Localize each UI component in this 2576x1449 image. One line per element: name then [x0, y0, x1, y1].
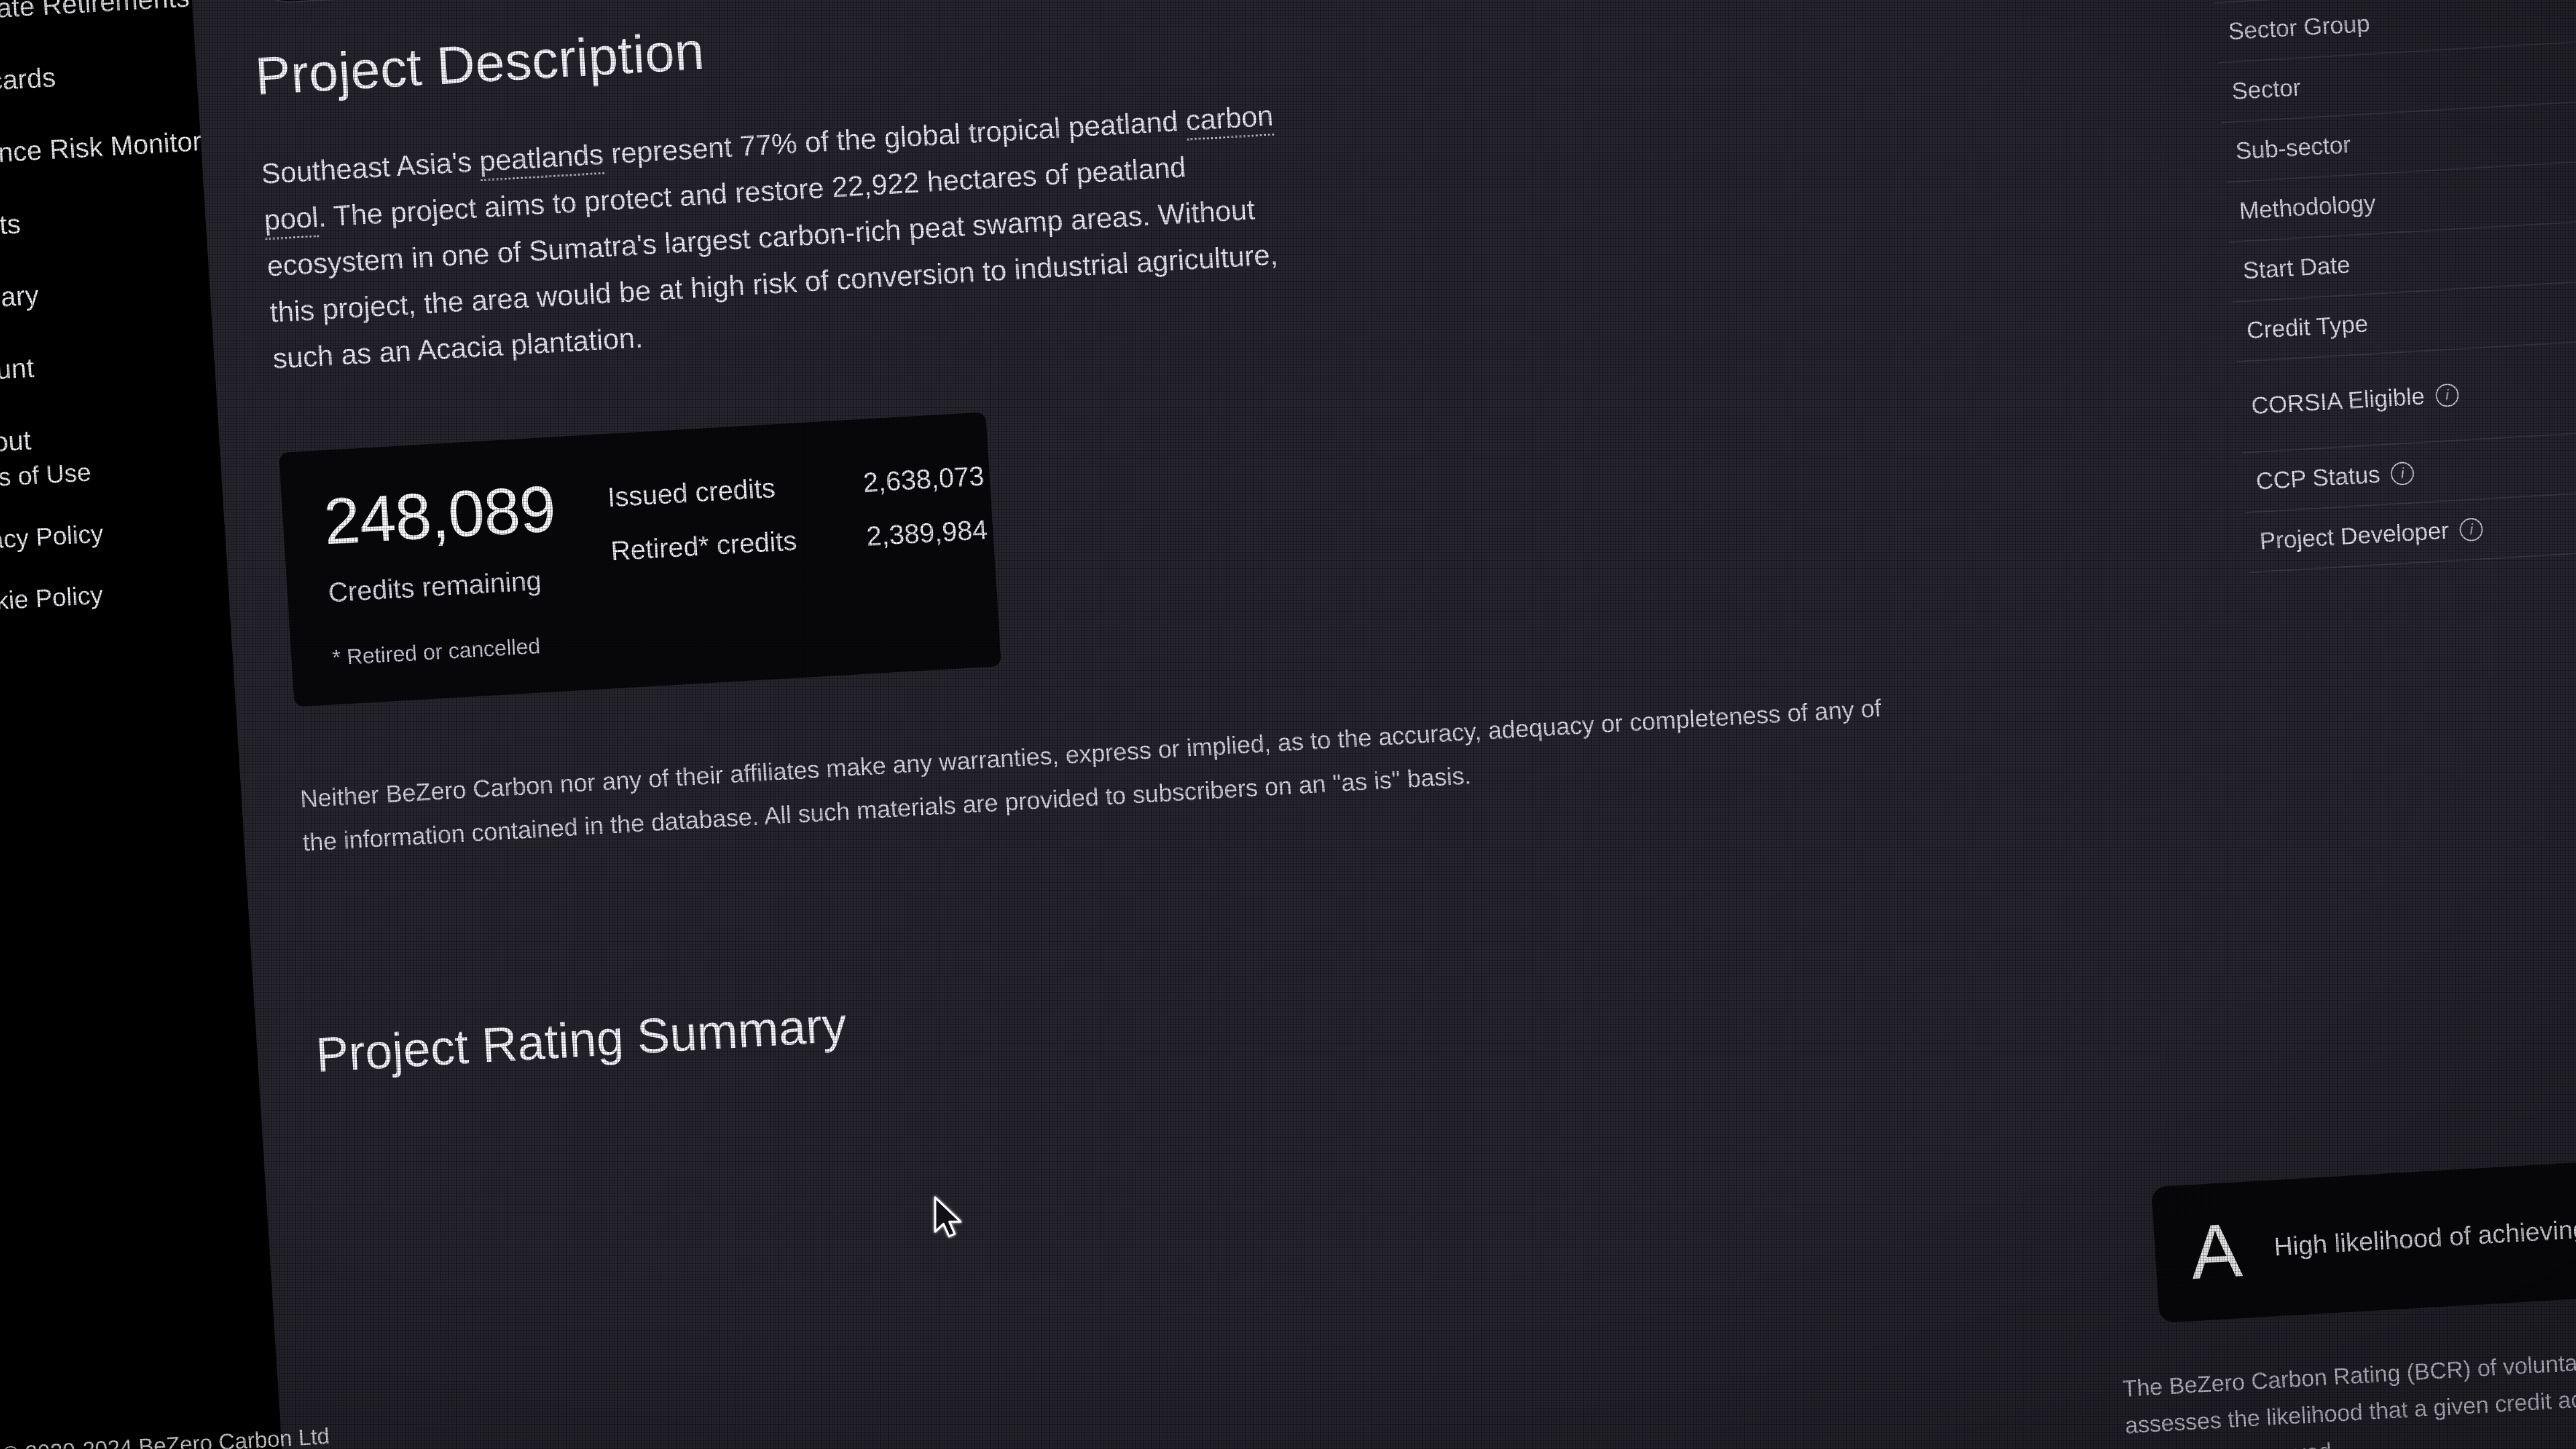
- issued-credits-value: 2,638,073: [862, 461, 985, 498]
- rail-label-corsia-eligible: CORSIA Eligible: [2250, 382, 2426, 420]
- app-window: Corporate Retirements Scorecards Insuran…: [0, 0, 2576, 1449]
- photographed-screen: Corporate Retirements Scorecards Insuran…: [0, 0, 2576, 1449]
- info-icon-project-developer[interactable]: i: [2459, 517, 2484, 542]
- rail-label-methodology: Methodology: [2238, 190, 2377, 225]
- sidebar-item-insurance-risk-monitor[interactable]: Insurance Risk Monitor: [0, 125, 209, 174]
- project-details-rail: Accreditor Registry ID Location Sector G…: [2203, 0, 2576, 574]
- credits-remaining-value: 248,089: [321, 472, 557, 559]
- sidebar-item-privacy-policy[interactable]: Privacy Policy: [0, 511, 232, 558]
- sidebar-item-account[interactable]: Account: [0, 341, 222, 390]
- rail-label-start-date: Start Date: [2242, 251, 2351, 284]
- credits-remaining-block: 248,089 Credits remaining: [321, 472, 561, 608]
- credits-breakdown: Issued credits 2,638,073 Retired* credit…: [606, 452, 989, 591]
- glossary-term-peatlands[interactable]: peatlands: [478, 138, 605, 182]
- rating-description: High likelihood of achieving 1 tonne of …: [2273, 1204, 2576, 1263]
- bcr-explainer-text: The BeZero Carbon Rating (BCR) of volunt…: [2122, 1340, 2576, 1449]
- credits-remaining-label: Credits remaining: [327, 566, 543, 608]
- bezero-rating-card: A High likelihood of achieving 1 tonne o…: [2151, 1148, 2576, 1324]
- info-icon-corsia[interactable]: i: [2434, 382, 2460, 408]
- credits-summary-card: 248,089 Credits remaining Issued credits…: [278, 412, 1002, 707]
- rail-label-project-developer: Project Developer: [2259, 517, 2450, 555]
- sidebar-footer: © 2020-2024 BeZero Carbon Ltd Light them…: [1, 1423, 331, 1449]
- sidebar-item-terms-of-use[interactable]: Terms of Use: [0, 450, 229, 497]
- rail-label-ccp-status: CCP Status: [2255, 461, 2381, 495]
- rail-label-sector-group: Sector Group: [2227, 10, 2371, 46]
- legal-disclaimer: Neither BeZero Carbon nor any of their a…: [299, 694, 1882, 857]
- rail-label-sub-sector: Sub-sector: [2235, 131, 2352, 165]
- sidebar-item-corporate-retirements[interactable]: Corporate Retirements: [0, 0, 199, 30]
- page-title: Project Description: [253, 20, 706, 107]
- retired-credits-label: Retired* credits: [610, 526, 798, 567]
- sidebar-item-cookie-policy[interactable]: Cookie Policy: [0, 573, 236, 620]
- copyright-text: © 2020-2024 BeZero Carbon Ltd: [1, 1423, 331, 1449]
- sidebar-item-glossary[interactable]: Glossary: [0, 269, 217, 318]
- desc-part-1: Southeast Asia's: [260, 145, 481, 190]
- main-panel: Project Description Southeast Asia's pea…: [182, 0, 2576, 1449]
- rail-label-credit-type: Credit Type: [2245, 310, 2369, 344]
- desc-part-3: . The project aims to protect and restor…: [266, 150, 1279, 375]
- project-description-section: Project Description Southeast Asia's pea…: [254, 0, 2410, 1083]
- rating-letter: A: [2188, 1207, 2245, 1295]
- project-rating-summary-heading: Project Rating Summary: [314, 998, 849, 1083]
- rail-label-sector: Sector: [2231, 74, 2302, 105]
- credits-footnote: * Retired or cancelled: [331, 633, 541, 670]
- info-icon-ccp-status[interactable]: i: [2390, 461, 2415, 486]
- retired-credits-row: Retired* credits 2,389,984: [610, 515, 988, 568]
- sidebar-item-insights[interactable]: Insights: [0, 197, 213, 246]
- project-description-text: Southeast Asia's peatlands represent 77%…: [260, 91, 1307, 382]
- issued-credits-label: Issued credits: [606, 473, 777, 513]
- sidebar-legal-nav: Legal Terms of Use Privacy Policy Cookie…: [0, 388, 238, 651]
- issued-credits-row: Issued credits 2,638,073: [606, 462, 985, 514]
- sidebar-item-scorecards[interactable]: Scorecards: [0, 53, 204, 102]
- retired-credits-value: 2,389,984: [865, 515, 989, 552]
